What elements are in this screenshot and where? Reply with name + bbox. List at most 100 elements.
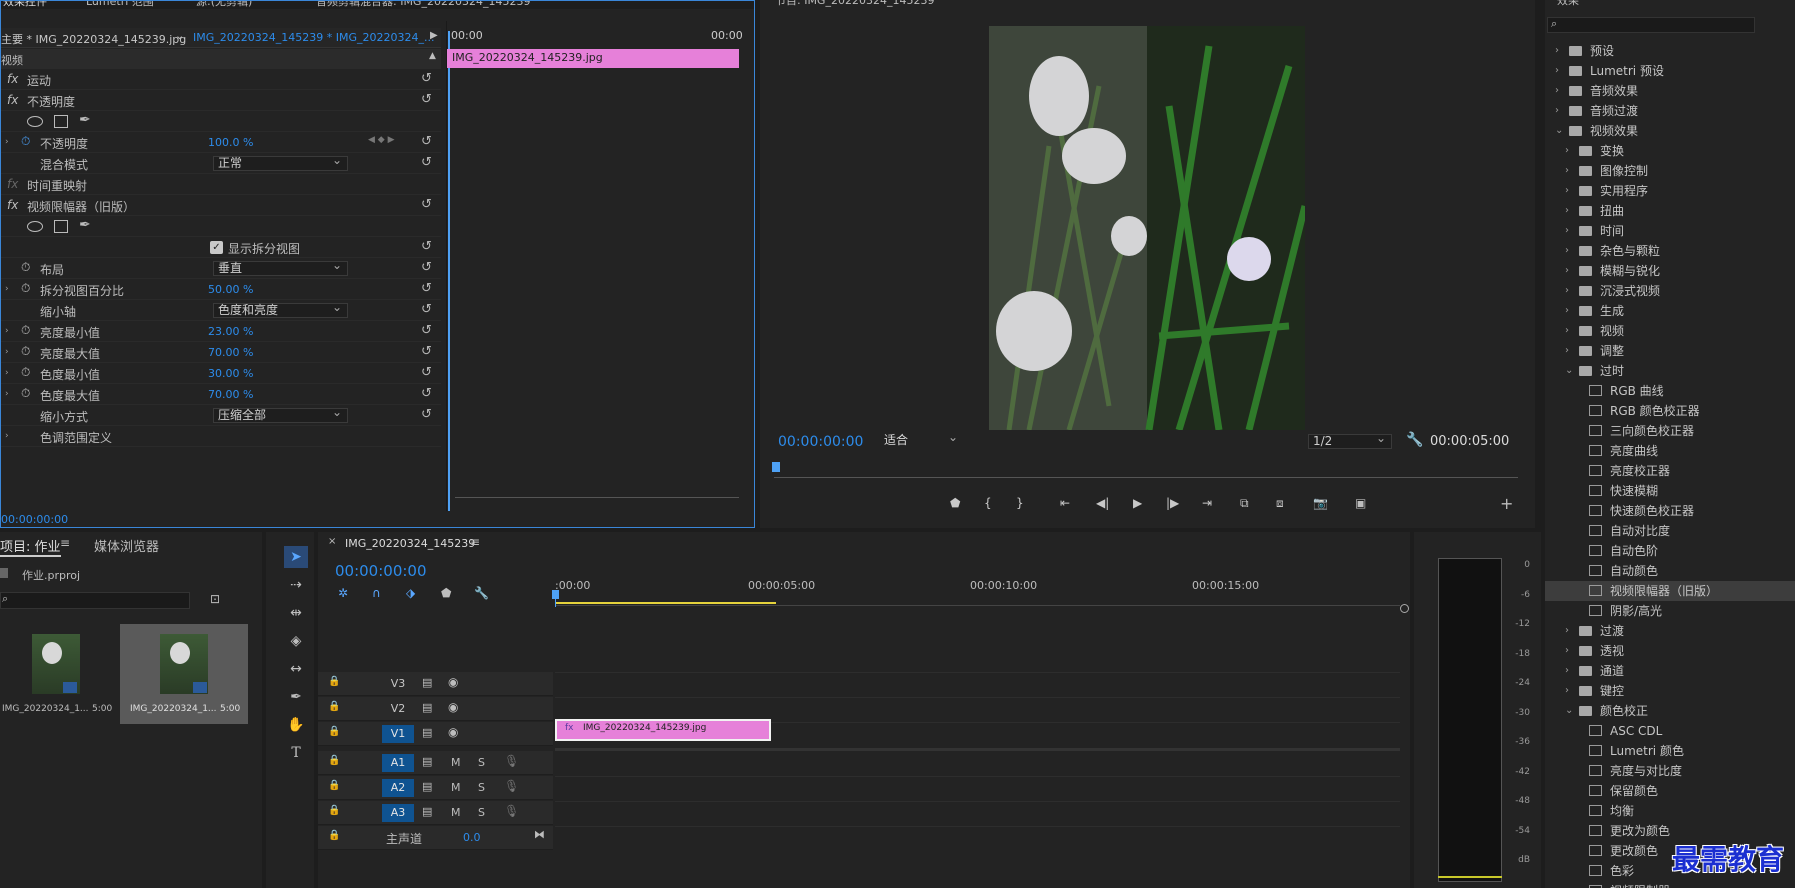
effects-item[interactable]: ⌄ 视频效果 [1545, 121, 1785, 141]
row-split-view[interactable]: ✓ 显示拆分视图 ↺ [1, 237, 441, 258]
effects-item[interactable]: 保留颜色 [1545, 781, 1785, 801]
mute-button[interactable]: M [451, 806, 461, 819]
effects-item[interactable]: Lumetri 颜色 [1545, 741, 1785, 761]
program-timecode[interactable]: 00:00:00:00 [778, 434, 863, 450]
play-clip-icon[interactable]: ▶ [430, 30, 438, 41]
snap-icon[interactable]: ✲ [338, 586, 348, 600]
effects-item[interactable]: › 变换 [1545, 141, 1785, 161]
film-icon[interactable]: ▤ [422, 726, 432, 739]
expand-icon[interactable]: › [5, 389, 9, 399]
marker-icon[interactable]: ⬟ [950, 496, 960, 510]
tab-audio-mixer[interactable]: 音频剪辑混合器: IMG_20220324_145239 [316, 1, 530, 9]
effects-item[interactable]: 快速模糊 [1545, 481, 1785, 501]
reset-icon[interactable]: ↺ [421, 134, 432, 149]
chevron-right-icon[interactable]: › [1565, 661, 1569, 681]
ellipse-mask-icon[interactable] [27, 116, 43, 127]
lock-icon[interactable]: 🔒 [328, 755, 340, 766]
expand-icon[interactable]: › [5, 137, 9, 147]
play-icon[interactable]: ▶ [1133, 496, 1142, 510]
lock-icon[interactable]: 🔒 [328, 805, 340, 816]
project-item-2[interactable]: IMG_20220324_1... 5:00 [120, 624, 248, 724]
row-luma-min[interactable]: › ⏱ 亮度最小值 23.00 % ↺ [1, 321, 441, 342]
reset-icon[interactable]: ↺ [421, 239, 432, 254]
solo-button[interactable]: S [478, 756, 485, 769]
chevron-down-icon[interactable]: ⌄ [1565, 361, 1573, 381]
fx-icon[interactable]: fx [7, 198, 18, 212]
pen-mask-icon[interactable]: ✒ [79, 112, 91, 128]
chevron-right-icon[interactable]: › [1565, 241, 1569, 261]
chevron-right-icon[interactable]: › [1565, 221, 1569, 241]
slip-tool-icon[interactable]: ↔ [284, 658, 308, 680]
search-icon[interactable]: ⌕ [1551, 17, 1557, 31]
go-to-end-icon[interactable]: ⧓ [534, 828, 545, 841]
chevron-right-icon[interactable]: › [1565, 281, 1569, 301]
effects-item[interactable]: › 视频 [1545, 321, 1785, 341]
eye-icon[interactable]: ◉ [448, 675, 458, 689]
chevron-right-icon[interactable]: › [1565, 201, 1569, 221]
effects-item[interactable]: ASC CDL [1545, 721, 1785, 741]
scrollbar-circle[interactable] [1400, 604, 1409, 613]
track-label[interactable]: A3 [382, 804, 414, 822]
film-icon[interactable]: ▤ [422, 805, 432, 818]
chevron-down-icon[interactable]: ⌄ [1555, 121, 1563, 141]
expand-icon[interactable]: › [5, 347, 9, 357]
effects-item[interactable]: › 沉浸式视频 [1545, 281, 1785, 301]
chevron-right-icon[interactable]: › [1565, 261, 1569, 281]
pen-tool-icon[interactable]: ✒ [284, 686, 308, 708]
effects-item[interactable]: › 模糊与锐化 [1545, 261, 1785, 281]
value-chroma-max[interactable]: 70.00 % [208, 388, 253, 401]
reset-icon[interactable]: ↺ [421, 92, 432, 107]
value-luma-min[interactable]: 23.00 % [208, 325, 253, 338]
stopwatch-icon[interactable]: ⏱ [21, 386, 30, 401]
tab-project[interactable]: 项目: 作业 [0, 536, 61, 557]
stopwatch-icon[interactable]: ⏱ [21, 134, 30, 149]
value-split-percent[interactable]: 50.00 % [208, 283, 253, 296]
effects-item[interactable]: 三向颜色校正器 [1545, 421, 1785, 441]
reset-icon[interactable]: ↺ [421, 260, 432, 275]
effects-item[interactable]: › 调整 [1545, 341, 1785, 361]
keyframe-nav-icon[interactable]: ◀ ◆ ▶ [368, 135, 395, 145]
stopwatch-icon[interactable]: ⏱ [21, 365, 30, 380]
row-reduce-method[interactable]: 缩小方式 压缩全部 ↺ [1, 405, 441, 426]
stopwatch-icon[interactable]: ⏱ [21, 260, 30, 275]
track-label[interactable]: V1 [382, 725, 414, 743]
go-to-out-icon[interactable]: ⇥ [1202, 496, 1212, 510]
compare-icon[interactable]: ▣ [1355, 496, 1366, 510]
timeline-ruler[interactable]: :00:00 00:00:05:00 00:00:10:00 00:00:15:… [555, 576, 1400, 606]
track-a2[interactable]: 🔒 A2 ▤ M S 🎙 [318, 776, 553, 800]
reduce-method-select[interactable]: 压缩全部 [213, 406, 348, 423]
chevron-right-icon[interactable]: › [1555, 101, 1559, 121]
project-item-1[interactable]: IMG_20220324_1... 5:00 [0, 624, 118, 724]
ellipse-mask-icon[interactable] [27, 221, 43, 232]
mic-icon[interactable]: 🎙 [504, 804, 519, 818]
fx-icon[interactable]: fx [7, 72, 18, 86]
chevron-right-icon[interactable]: › [1565, 141, 1569, 161]
effects-item[interactable]: › Lumetri 预设 [1545, 61, 1785, 81]
value-opacity[interactable]: 100.0 % [208, 136, 253, 149]
selection-tool-icon[interactable]: ➤ [284, 546, 308, 568]
effects-item[interactable]: 视频限制器 [1545, 881, 1785, 888]
tab-media-browser[interactable]: 媒体浏览器 [94, 536, 159, 555]
ec-playhead[interactable] [448, 31, 450, 511]
program-title[interactable]: 节目: IMG_20220324_145239 [775, 0, 934, 8]
effects-item[interactable]: 快速颜色校正器 [1545, 501, 1785, 521]
chevron-right-icon[interactable]: › [1555, 41, 1559, 61]
effects-item[interactable]: › 图像控制 [1545, 161, 1785, 181]
mic-icon[interactable]: 🎙 [504, 754, 519, 768]
track-v2[interactable]: 🔒 V2 ▤ ◉ [318, 697, 553, 721]
reset-icon[interactable]: ↺ [421, 197, 432, 212]
project-search-input[interactable] [0, 592, 190, 609]
effects-item[interactable]: ⌄ 过时 [1545, 361, 1785, 381]
effects-search-input[interactable] [1547, 17, 1755, 33]
effects-item[interactable]: 亮度与对比度 [1545, 761, 1785, 781]
chevron-right-icon[interactable]: › [1565, 681, 1569, 701]
effects-item[interactable]: 均衡 [1545, 801, 1785, 821]
master-clip-label[interactable]: 主要 * IMG_20220324_145239.jpg [1, 31, 186, 47]
playhead-handle[interactable] [552, 590, 559, 599]
reduce-axis-select[interactable]: 色度和亮度 [213, 301, 348, 318]
effects-item[interactable]: 自动颜色 [1545, 561, 1785, 581]
solo-button[interactable]: S [478, 781, 485, 794]
search-icon[interactable]: ⌕ [2, 592, 8, 606]
row-time-remap[interactable]: fx 时间重映射 [1, 174, 441, 195]
wrench-icon[interactable]: 🔧 [1406, 432, 1423, 448]
